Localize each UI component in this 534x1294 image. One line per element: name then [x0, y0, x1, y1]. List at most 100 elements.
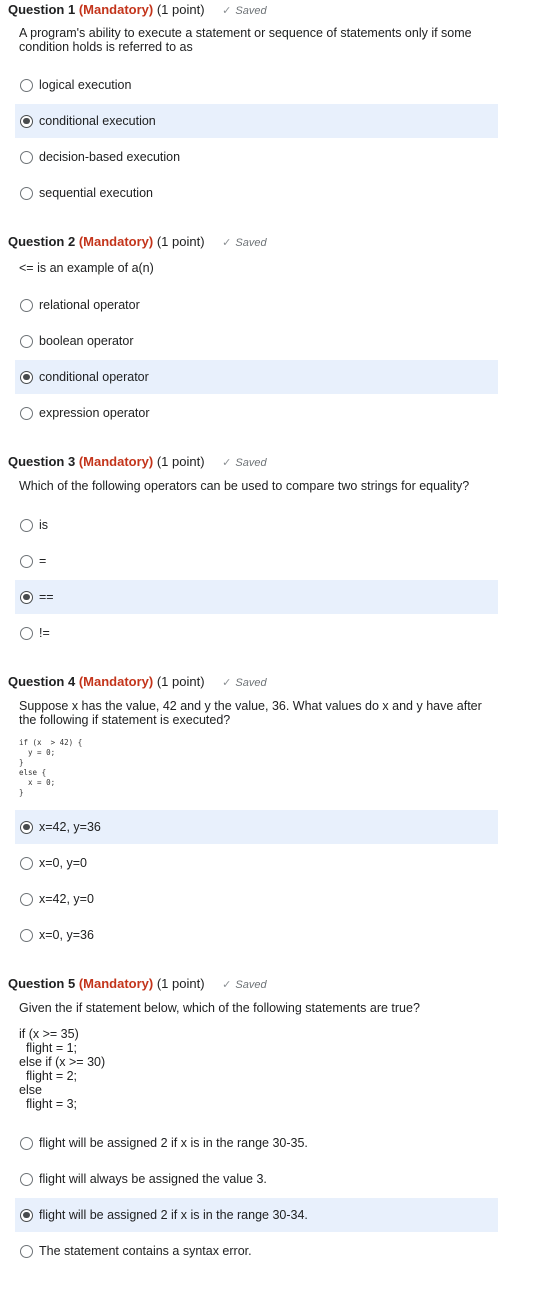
question-text: Which of the following operators can be … [19, 479, 470, 493]
question-text: Suppose x has the value, 42 and y the va… [19, 699, 482, 727]
answer-option[interactable]: expression operator [15, 396, 498, 430]
question-header: Question 4 (Mandatory) (1 point) ✓ Saved [8, 672, 267, 692]
radio-button[interactable] [20, 554, 33, 568]
radio-button-checked[interactable] [20, 1208, 33, 1222]
question-header: Question 5 (Mandatory) (1 point) ✓ Saved [8, 974, 267, 994]
answer-option[interactable]: != [15, 616, 498, 650]
points-label: (1 point) [156, 234, 205, 249]
points-label: (1 point) [156, 454, 205, 469]
code-snippet: if (x > 42) { y = 0; } else { x = 0; } [19, 738, 83, 797]
answer-option[interactable]: is [15, 508, 498, 542]
points-label: (1 point) [156, 2, 205, 17]
radio-button[interactable] [20, 406, 33, 420]
saved-status: ✓ Saved [222, 453, 266, 473]
saved-status: ✓ Saved [222, 673, 266, 693]
option-label: boolean operator [39, 334, 134, 348]
saved-status: ✓ Saved [222, 233, 266, 253]
answer-option[interactable]: x=0, y=36 [15, 918, 498, 952]
option-label: flight will be assigned 2 if x is in the… [39, 1208, 308, 1222]
question-number: Question 2 [8, 234, 76, 249]
saved-status: ✓ Saved [222, 975, 266, 995]
check-icon: ✓ [222, 979, 232, 991]
option-label: x=0, y=36 [39, 928, 94, 942]
mandatory-label: (Mandatory) [78, 454, 154, 469]
saved-label: Saved [235, 677, 267, 689]
answer-option[interactable]: = [15, 544, 498, 578]
radio-button[interactable] [20, 78, 33, 92]
option-label: x=0, y=0 [39, 856, 87, 870]
answer-option[interactable]: sequential execution [15, 176, 498, 210]
question-number: Question 5 [8, 976, 76, 991]
saved-label: Saved [235, 457, 267, 469]
saved-label: Saved [235, 237, 267, 249]
question-header: Question 1 (Mandatory) (1 point) ✓ Saved [8, 0, 267, 20]
answer-option-selected[interactable]: conditional operator [15, 360, 498, 394]
saved-label: Saved [235, 5, 267, 17]
radio-button[interactable] [20, 1172, 33, 1186]
mandatory-label: (Mandatory) [78, 234, 154, 249]
answer-option[interactable]: The statement contains a syntax error. [15, 1234, 498, 1268]
question-number: Question 4 [8, 674, 76, 689]
mandatory-label: (Mandatory) [78, 2, 154, 17]
answer-option-selected[interactable]: conditional execution [15, 104, 498, 138]
radio-button-checked[interactable] [20, 370, 33, 384]
question-text: <= is an example of a(n) [19, 261, 154, 275]
answer-option[interactable]: boolean operator [15, 324, 498, 358]
answer-option[interactable]: flight will always be assigned the value… [15, 1162, 498, 1196]
mandatory-label: (Mandatory) [78, 976, 154, 991]
option-label: decision-based execution [39, 150, 181, 164]
option-label: expression operator [39, 406, 150, 420]
radio-button[interactable] [20, 856, 33, 870]
check-icon: ✓ [222, 677, 232, 689]
option-label: x=42, y=36 [39, 820, 101, 834]
mandatory-label: (Mandatory) [78, 674, 154, 689]
option-label: = [39, 554, 47, 568]
saved-label: Saved [235, 979, 267, 991]
option-label: relational operator [39, 298, 140, 312]
radio-button[interactable] [20, 150, 33, 164]
radio-button[interactable] [20, 892, 33, 906]
radio-button-checked[interactable] [20, 820, 33, 834]
option-label: The statement contains a syntax error. [39, 1244, 252, 1258]
radio-button-checked[interactable] [20, 590, 33, 604]
radio-button[interactable] [20, 928, 33, 942]
radio-button-checked[interactable] [20, 114, 33, 128]
answer-option-selected[interactable]: x=42, y=36 [15, 810, 498, 844]
question-text: A program's ability to execute a stateme… [19, 26, 472, 54]
question-header: Question 3 (Mandatory) (1 point) ✓ Saved [8, 452, 267, 472]
radio-button[interactable] [20, 1244, 33, 1258]
option-label: sequential execution [39, 186, 153, 200]
radio-button[interactable] [20, 186, 33, 200]
radio-button[interactable] [20, 334, 33, 348]
question-number: Question 1 [8, 2, 76, 17]
option-label: conditional execution [39, 114, 156, 128]
question-text: Given the if statement below, which of t… [19, 1001, 420, 1015]
option-label: == [39, 590, 54, 604]
radio-button[interactable] [20, 298, 33, 312]
option-label: conditional operator [39, 370, 149, 384]
answer-option[interactable]: x=0, y=0 [15, 846, 498, 880]
option-label: flight will be assigned 2 if x is in the… [39, 1136, 308, 1150]
answer-option[interactable]: logical execution [15, 68, 498, 102]
answer-option[interactable]: relational operator [15, 288, 498, 322]
question-number: Question 3 [8, 454, 76, 469]
check-icon: ✓ [222, 457, 232, 469]
check-icon: ✓ [222, 5, 232, 17]
option-label: flight will always be assigned the value… [39, 1172, 267, 1186]
answer-option[interactable]: flight will be assigned 2 if x is in the… [15, 1126, 498, 1160]
points-label: (1 point) [156, 674, 205, 689]
answer-option[interactable]: x=42, y=0 [15, 882, 498, 916]
radio-button[interactable] [20, 626, 33, 640]
radio-button[interactable] [20, 518, 33, 532]
option-label: != [39, 626, 50, 640]
radio-button[interactable] [20, 1136, 33, 1150]
option-label: is [39, 518, 49, 532]
answer-option[interactable]: decision-based execution [15, 140, 498, 174]
answer-option-selected[interactable]: == [15, 580, 498, 614]
code-snippet: if (x >= 35) flight = 1; else if (x >= 3… [19, 1027, 106, 1111]
saved-status: ✓ Saved [222, 1, 266, 21]
option-label: x=42, y=0 [39, 892, 94, 906]
answer-option-selected[interactable]: flight will be assigned 2 if x is in the… [15, 1198, 498, 1232]
check-icon: ✓ [222, 237, 232, 249]
points-label: (1 point) [156, 976, 205, 991]
